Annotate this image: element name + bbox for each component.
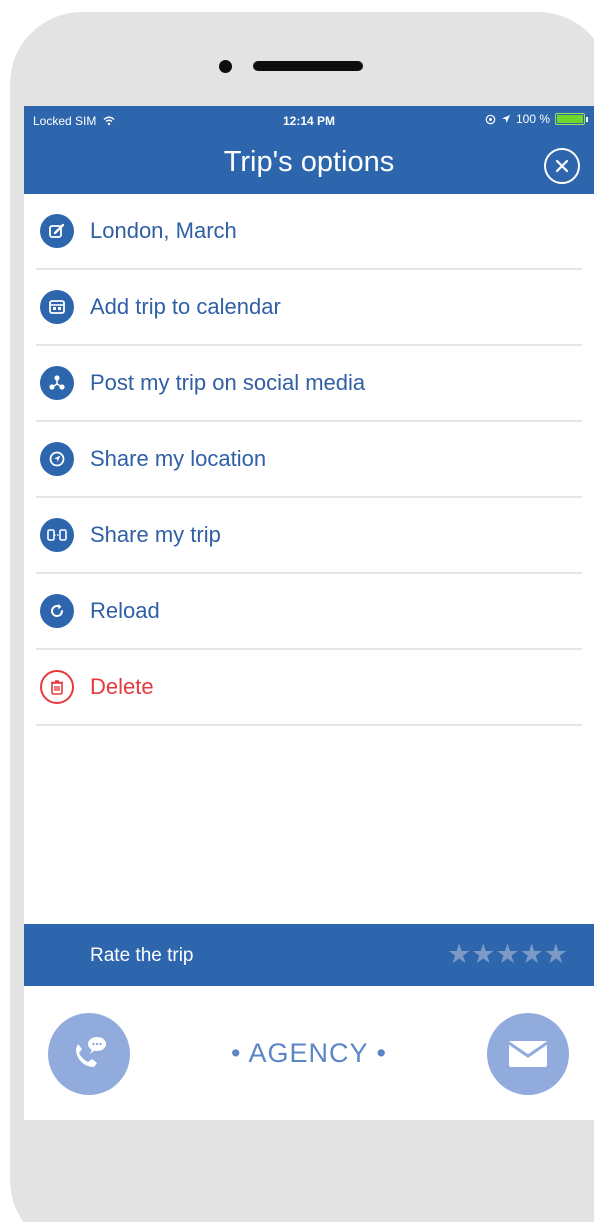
agency-footer: • AGENCY • <box>24 986 594 1120</box>
page-title: Trip's options <box>223 146 395 178</box>
email-agency-button[interactable] <box>487 1013 569 1095</box>
share-icon <box>40 518 74 552</box>
trip-options-menu: London, March Add trip to calendar Post … <box>36 194 582 726</box>
location-arrow-icon <box>501 115 510 123</box>
menu-item-label: Reload <box>90 598 160 623</box>
star-rating[interactable]: ★★★★★ <box>447 939 568 969</box>
battery-tip <box>586 116 588 122</box>
social-icon <box>40 366 74 400</box>
earpiece-speaker <box>253 61 363 71</box>
menu-item-label: Add trip to calendar <box>90 294 281 319</box>
star-rating-glyphs[interactable]: ★★★★★ <box>447 939 568 969</box>
calendar-icon <box>40 290 74 324</box>
menu-item-label: Share my location <box>90 446 267 471</box>
battery-icon <box>555 113 585 125</box>
close-button[interactable] <box>544 148 580 184</box>
status-indicators: 100 % <box>485 112 588 126</box>
app-screen: Locked SIM 12:14 PM 100 % Trip's options… <box>24 106 594 1120</box>
menu-item-reload[interactable]: Reload <box>36 574 582 650</box>
location-icon <box>40 442 74 476</box>
menu-item-add-to-calendar[interactable]: Add trip to calendar <box>36 270 582 346</box>
envelope-icon <box>508 1041 548 1067</box>
status-bar: Locked SIM 12:14 PM 100 % <box>24 106 594 136</box>
menu-item-share-trip[interactable]: Share my trip <box>36 498 582 574</box>
battery-percent: 100 % <box>515 112 550 126</box>
menu-item-post-social[interactable]: Post my trip on social media <box>36 346 582 422</box>
rate-trip-bar[interactable]: Rate the trip ★★★★★ <box>24 924 594 986</box>
reload-icon <box>40 594 74 628</box>
menu-item-label: Delete <box>90 674 154 699</box>
menu-item-edit-trip[interactable]: London, March <box>36 194 582 270</box>
menu-item-share-location[interactable]: Share my location <box>36 422 582 498</box>
front-camera <box>219 60 232 73</box>
edit-icon <box>40 214 74 248</box>
phone-top-bezel <box>0 0 594 106</box>
header-bar: Locked SIM 12:14 PM 100 % Trip's options <box>24 106 594 194</box>
menu-item-label: Share my trip <box>90 522 221 547</box>
menu-item-delete[interactable]: Delete <box>36 650 582 726</box>
menu-item-label: Post my trip on social media <box>90 370 366 395</box>
trash-icon <box>40 670 74 704</box>
orientation-lock-icon <box>485 114 496 124</box>
menu-item-label: London, March <box>90 218 237 243</box>
rate-trip-label: Rate the trip <box>90 945 194 966</box>
close-icon <box>555 159 569 173</box>
